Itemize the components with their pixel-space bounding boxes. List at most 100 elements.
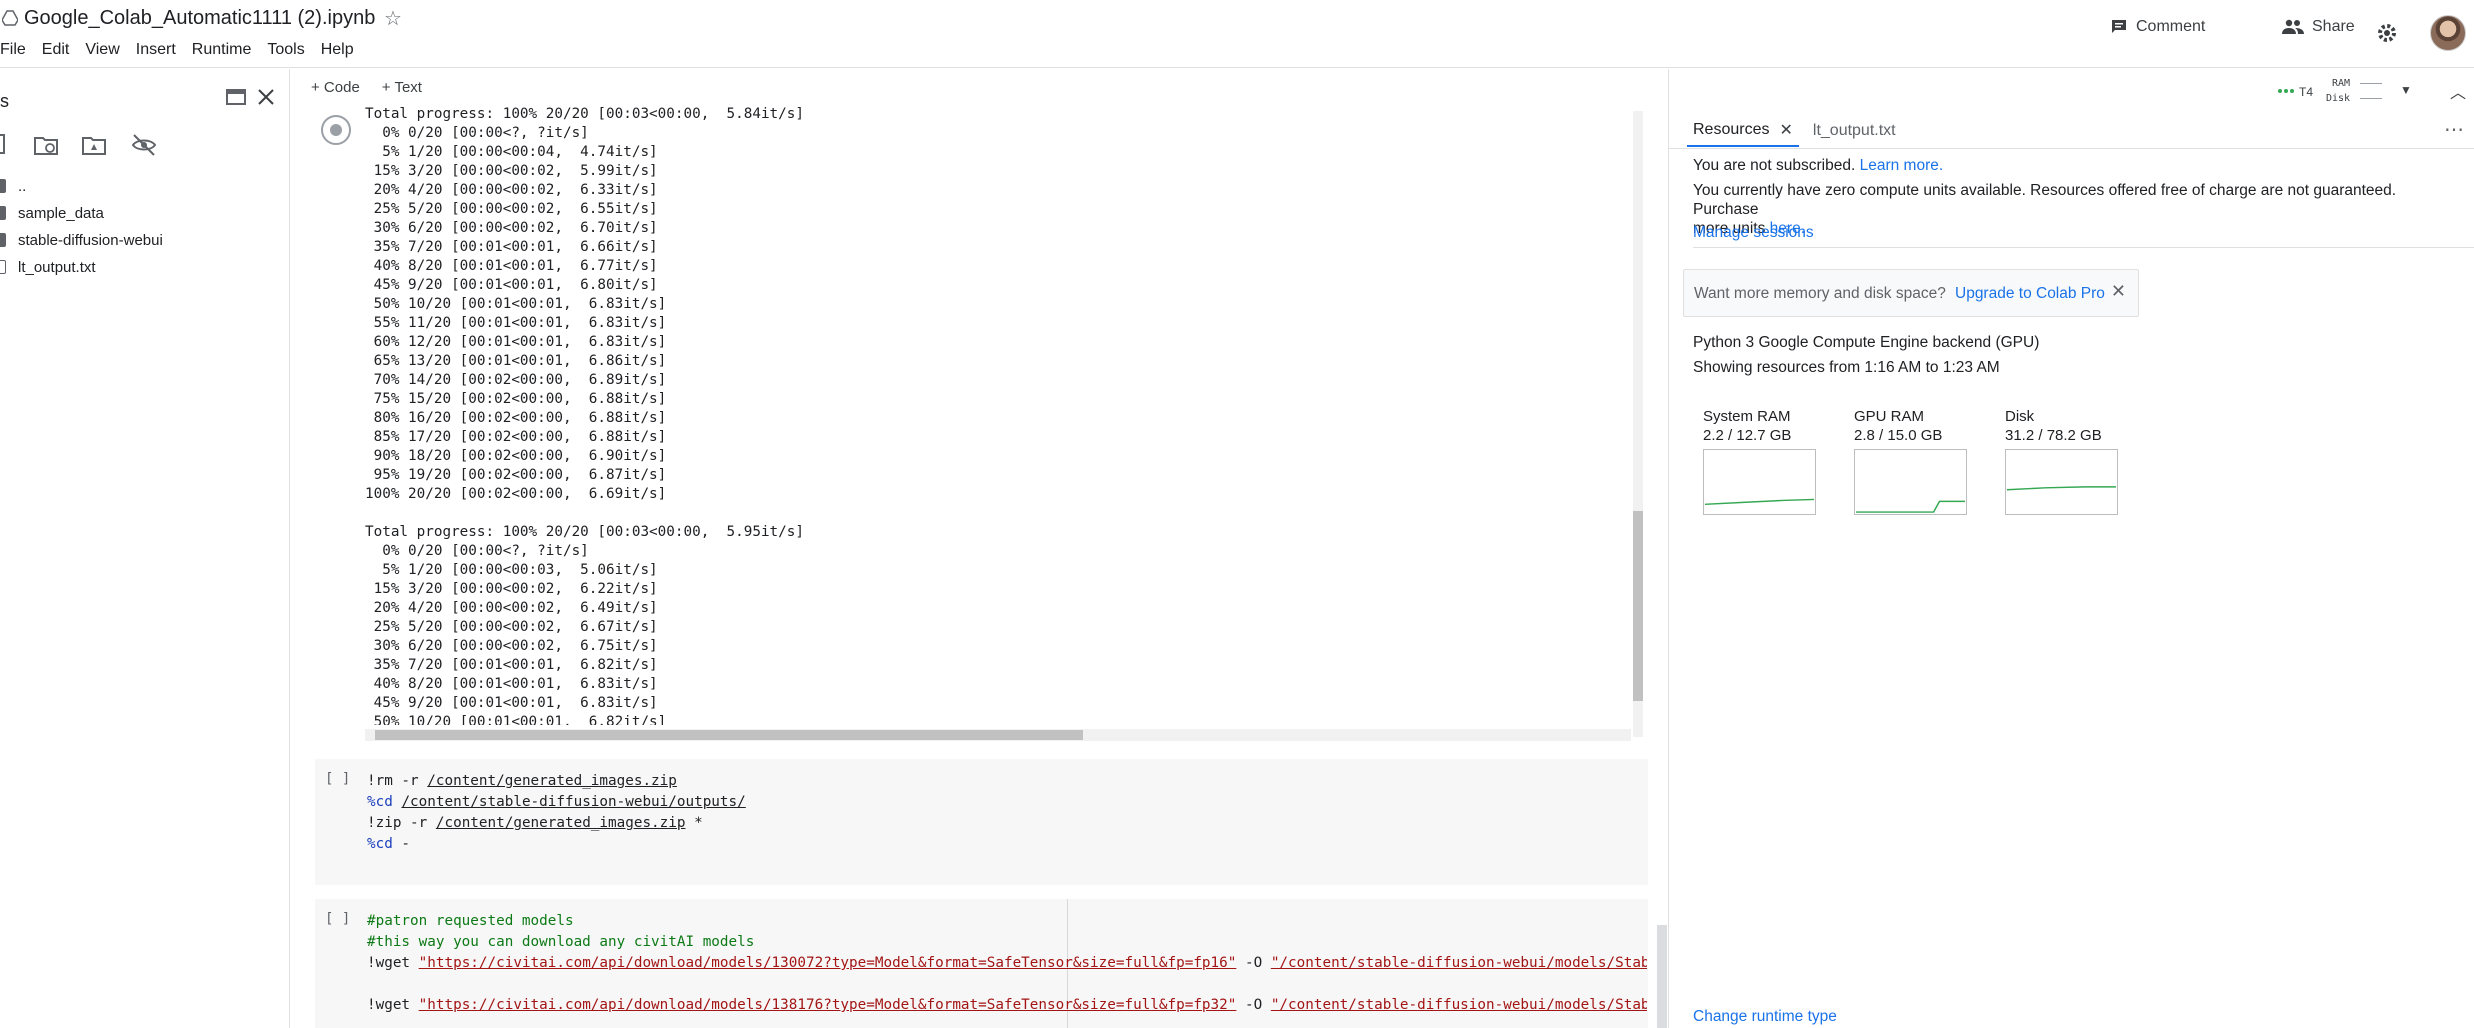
notebook-scrollbar[interactable] [1657,925,1667,1028]
code-line: !wget "https://civitai.com/api/download/… [367,997,1647,1013]
resources-panel: T4 RAM Disk ▼ ︿ Resources ✕ lt_output.tx… [1668,69,2474,1028]
code-comment: #this way you can download any civitAI m… [367,934,755,950]
more-vert-icon[interactable]: ⋯ [2444,117,2464,142]
share-button[interactable]: Share [2282,18,2355,36]
scrollbar-thumb[interactable] [375,730,1083,740]
output-line: Total progress: 100% 20/20 [00:03<00:00,… [365,524,804,540]
resource-gpu-ram: GPU RAM 2.8 / 15.0 GB [1854,407,1968,515]
output-line: 60% 12/20 [00:01<00:01, 6.83it/s] [365,334,667,350]
output-line: Total progress: 100% 20/20 [00:03<00:00,… [365,106,804,122]
output-line: 100% 20/20 [00:02<00:00, 6.69it/s] [365,486,667,502]
output-line: 70% 14/20 [00:02<00:00, 6.89it/s] [365,372,667,388]
output-line: 50% 10/20 [00:01<00:01, 6.83it/s] [365,296,667,312]
runtime-badge: T4 [2299,85,2314,99]
menu-tools[interactable]: Tools [267,41,304,63]
chevron-up-icon[interactable]: ︿ [2450,79,2466,103]
file-label: sample_data [18,205,104,222]
upload-file-icon[interactable] [0,131,20,159]
comment-button[interactable]: Comment [2110,18,2205,36]
output-line: 50% 10/20 [00:01<00:01, 6.82it/s] [365,714,667,725]
menu-view[interactable]: View [85,41,119,63]
resource-disk: Disk 31.2 / 78.2 GB [2005,407,2119,515]
hide-files-icon[interactable] [130,131,158,159]
upgrade-link[interactable]: Upgrade to Colab Pro [1955,285,2105,303]
runtime-status[interactable]: T4 RAM Disk ▼ ︿ [2274,75,2474,111]
user-avatar[interactable] [2430,15,2466,51]
disk-meter [2360,98,2382,99]
file-item-parent[interactable]: .. [0,173,290,200]
ram-meter [2360,83,2382,84]
manage-sessions-link[interactable]: Manage sessions [1693,224,1814,242]
system-ram-graph [1703,449,1816,515]
resource-value: 2.2 / 12.7 GB [1703,427,1792,444]
learn-more-link[interactable]: Learn more. [1860,157,1944,174]
output-line: 30% 6/20 [00:00<00:02, 6.75it/s] [365,638,658,654]
resource-value: 31.2 / 78.2 GB [2005,427,2102,444]
menu-bar: File Edit View Insert Runtime Tools Help [0,41,370,63]
notebook-title[interactable]: Google_Colab_Automatic1111 (2).ipynb [24,7,375,30]
code-cell-zip[interactable]: [ ] !rm -r /content/generated_images.zip… [315,759,1648,885]
run-cell-button[interactable]: [ ] [325,911,350,927]
add-text-button[interactable]: + Text [382,79,422,96]
code-editor[interactable]: #patron requested models #this way you ca… [367,911,1647,1016]
scrollbar-thumb[interactable] [1633,511,1643,701]
menu-file[interactable]: File [0,41,26,63]
output-horizontal-scrollbar[interactable] [365,729,1631,741]
settings-gear-icon[interactable] [2377,23,2397,43]
mount-drive-icon[interactable] [80,131,108,159]
panel-tabs: Resources ✕ lt_output.txt [1687,115,1902,147]
output-line: 0% 0/20 [00:00<?, ?it/s] [365,543,589,559]
subscription-status: You are not subscribed. Learn more. [1693,157,1944,174]
run-cell-button[interactable]: [ ] [325,771,350,787]
output-vertical-scrollbar[interactable] [1633,111,1643,737]
output-line: 15% 3/20 [00:00<00:02, 6.22it/s] [365,581,658,597]
output-line: 45% 9/20 [00:01<00:01, 6.80it/s] [365,277,658,293]
star-icon[interactable]: ☆ [384,8,406,30]
code-editor[interactable]: !rm -r /content/generated_images.zip %cd … [367,771,746,855]
menu-runtime[interactable]: Runtime [192,41,252,63]
output-line: 90% 18/20 [00:02<00:00, 6.90it/s] [365,448,667,464]
output-line: 40% 8/20 [00:01<00:01, 6.83it/s] [365,676,658,692]
file-label: .. [18,178,27,195]
share-label: Share [2312,18,2355,35]
files-panel-title: s [0,91,9,111]
chevron-down-icon[interactable]: ▼ [2400,83,2412,97]
menu-edit[interactable]: Edit [42,41,70,63]
output-line: 85% 17/20 [00:02<00:00, 6.88it/s] [365,429,667,445]
close-icon[interactable]: ✕ [2111,281,2126,302]
output-line: 45% 9/20 [00:01<00:01, 6.83it/s] [365,695,658,711]
file-icon [0,260,6,274]
code-line: !zip -r /content/generated_images.zip * [367,815,703,831]
output-line: 75% 15/20 [00:02<00:00, 6.88it/s] [365,391,667,407]
output-line: 5% 1/20 [00:00<00:03, 5.06it/s] [365,562,658,578]
menu-help[interactable]: Help [321,41,354,63]
backend-info: Python 3 Google Compute Engine backend (… [1693,334,2040,351]
close-panel-icon[interactable] [254,85,278,109]
code-cell-wget[interactable]: [ ] #patron requested models #this way yo… [315,899,1648,1028]
app-header: Google_Colab_Automatic1111 (2).ipynb ☆ F… [0,0,2474,68]
change-runtime-type-link[interactable]: Change runtime type [1693,1008,1837,1026]
output-line: 25% 5/20 [00:00<00:02, 6.67it/s] [365,619,658,635]
notebook-area: + Code + Text Total progress: 100% 20/20… [291,69,1668,1028]
output-line: 25% 5/20 [00:00<00:02, 6.55it/s] [365,201,658,217]
add-code-button[interactable]: + Code [311,79,360,96]
file-item-lt-output[interactable]: lt_output.txt [0,254,290,281]
disk-graph [2005,449,2118,515]
tab-lt-output[interactable]: lt_output.txt [1807,115,1902,147]
cell-running-icon[interactable] [321,115,351,145]
resource-system-ram: System RAM 2.2 / 12.7 GB [1703,407,1817,515]
refresh-folder-icon[interactable] [32,131,60,159]
output-line: 35% 7/20 [00:01<00:01, 6.82it/s] [365,657,658,673]
code-line: %cd - [367,836,411,852]
folder-icon [0,206,6,220]
comment-label: Comment [2136,18,2206,35]
open-in-tab-icon[interactable] [224,85,248,109]
tab-resources[interactable]: Resources ✕ [1687,115,1799,147]
menu-insert[interactable]: Insert [136,41,176,63]
file-item-stable-diffusion-webui[interactable]: stable-diffusion-webui [0,227,290,254]
close-icon[interactable]: ✕ [1779,120,1792,140]
file-label: stable-diffusion-webui [18,232,163,249]
divider [1693,247,2474,248]
resource-label: System RAM [1703,408,1791,425]
file-item-sample-data[interactable]: sample_data [0,200,290,227]
